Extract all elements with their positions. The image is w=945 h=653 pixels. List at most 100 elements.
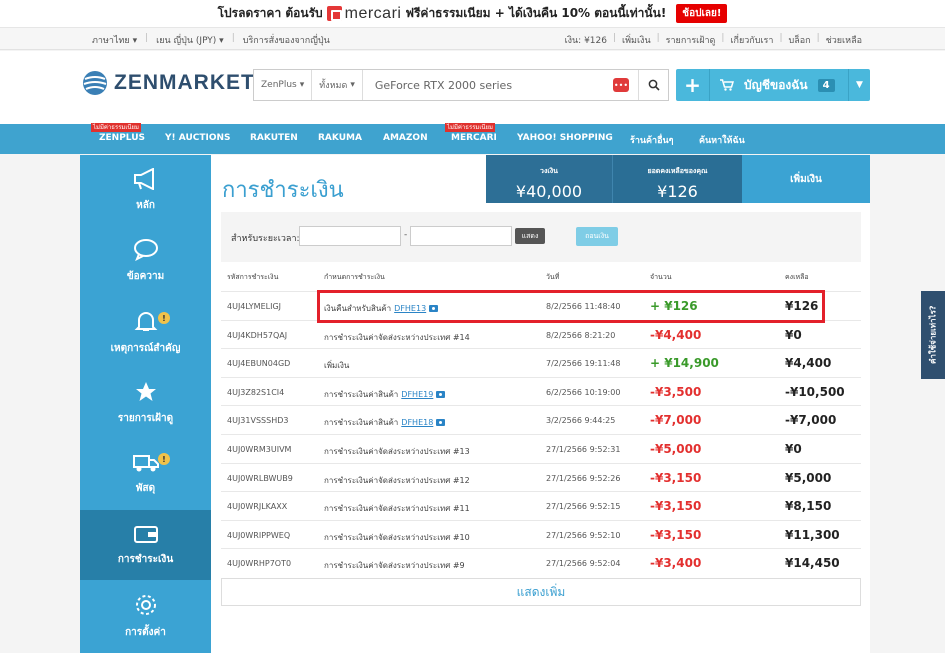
sidebar-item-parcels[interactable]: ! พัสดุ <box>80 439 211 509</box>
sidebar-item-label: หลัก <box>136 199 155 211</box>
end-date-input[interactable] <box>410 226 512 246</box>
payment-date: 27/1/2566 9:52:04 <box>546 559 621 569</box>
payment-description: เพิ่มเงิน <box>324 359 349 372</box>
cost-calculator-tab[interactable]: คำใช้จ่ายเท่าไร? <box>921 291 945 379</box>
running-balance: ¥4,400 <box>785 356 832 371</box>
star-icon <box>135 381 156 401</box>
nav-search-for-me[interactable]: ค้นหาให้ฉัน <box>699 133 745 147</box>
payment-date: 27/1/2566 9:52:31 <box>546 445 621 454</box>
payment-id: 4UJ31VSSSHD3 <box>227 416 289 426</box>
camera-icon[interactable] <box>436 419 446 427</box>
account-sidebar: หลัก ข้อความ ! เหตุการณ์สำคัญ รายการเฝ้า… <box>80 155 211 653</box>
keyboard-icon[interactable]: ••• <box>613 78 629 92</box>
sidebar-item-label: เหตุการณ์สำคัญ <box>110 342 181 354</box>
payment-amount: -¥3,150 <box>650 527 702 542</box>
balance-link[interactable]: เงิน: ¥126 <box>565 33 607 47</box>
logo-text: ZENMARKET <box>114 71 255 94</box>
zenmarket-logo[interactable]: ZENMARKET <box>82 70 255 96</box>
search-bar: ZenPlus▾ ทั้งหมด▾ ••• <box>253 69 669 101</box>
show-button[interactable]: แสดง <box>515 228 545 244</box>
start-date-input[interactable] <box>299 226 401 246</box>
nav-amazon[interactable]: AMAZON <box>383 133 428 143</box>
my-account-button[interactable]: บัญชีของฉัน 4 <box>710 76 848 95</box>
chevron-down-icon: ▾ <box>299 80 305 90</box>
chat-bubble-icon <box>133 238 158 261</box>
chevron-down-icon: ▾ <box>350 80 355 90</box>
payment-description: การชำระเงินค่าจัดส่งระหว่างประเทศ #11 <box>324 502 470 515</box>
description-text: เพิ่มเงิน <box>324 361 350 371</box>
sidebar-item-payments[interactable]: การชำระเงิน <box>80 510 211 580</box>
about-link[interactable]: เกี่ยวกับเรา <box>730 33 773 47</box>
nav-mercari[interactable]: ไม่มีค่าธรรมเนียม MERCARI <box>445 123 497 143</box>
language-select[interactable]: ภาษาไทย ▾ <box>92 33 137 47</box>
cart-icon <box>720 79 734 91</box>
sidebar-item-settings[interactable]: การตั้งค่า <box>80 581 211 651</box>
payment-date: 7/2/2566 19:11:48 <box>546 359 621 369</box>
sidebar-item-messages[interactable]: ข้อความ <box>80 226 211 296</box>
payment-description: การชำระเงินค่าสินค้า DFHE19 <box>324 388 446 401</box>
payment-amount: -¥3,150 <box>650 499 702 514</box>
running-balance: -¥7,000 <box>785 413 837 428</box>
table-row: 4UJ0WRIPPWEQ การชำระเงินค่าจัดส่งระหว่างป… <box>221 519 861 549</box>
page-title: การชำระเงิน <box>222 178 344 203</box>
description-text: การชำระเงินค่าสินค้า <box>324 418 399 428</box>
search-input[interactable] <box>362 71 613 99</box>
payment-amount: -¥5,000 <box>650 442 702 456</box>
top-utility-bar: ภาษาไทย ▾ | เยน ญี่ปุ่น (JPY) ▾ | บริการ… <box>0 28 945 50</box>
payment-date: 27/1/2566 9:52:26 <box>546 473 621 483</box>
col-header-amount: จำนวน <box>650 273 672 281</box>
sidebar-item-events[interactable]: ! เหตุการณ์สำคัญ <box>80 297 211 367</box>
payment-id: 4UJ3Z82S1CI4 <box>227 387 285 397</box>
service-link[interactable]: บริการสั่งของจากญี่ปุ่น <box>243 33 330 47</box>
search-icon <box>648 79 660 91</box>
nav-zenplus[interactable]: ไม่มีค่าธรรมเนียม ZENPLUS <box>91 123 145 143</box>
table-row: 4UJ0WRLBWUB9 การชำระเงินค่าจัดส่งระหว่างป… <box>221 462 861 492</box>
promo-banner[interactable]: โปรลดราคา ต้อนรับ mercari ฟรีค่าธรรมเนีย… <box>0 0 945 28</box>
withdraw-button[interactable]: ถอนเงิน <box>576 227 618 246</box>
credit-limit-box: วงเงิน ¥40,000 <box>486 155 612 203</box>
currency-select[interactable]: เยน ญี่ปุ่น (JPY) ▾ <box>156 33 224 47</box>
table-row: 4UJ0WRHP7OT0 การชำระเงินค่าจัดส่งระหว่างป… <box>221 548 861 577</box>
camera-icon[interactable] <box>436 390 446 398</box>
order-link[interactable]: DFHE18 <box>401 418 433 427</box>
account-dropdown-button[interactable]: ▼ <box>848 69 870 101</box>
add-item-button[interactable]: + <box>676 69 710 101</box>
nav-rakuten[interactable]: RAKUTEN <box>250 133 298 143</box>
table-row: 4UJ3Z82S1CI4 การชำระเงินค่าสินค้า DFHE19 6/… <box>221 376 861 406</box>
payment-id: 4UJ0WRLBWUB9 <box>227 473 293 483</box>
balance-value: ¥126 <box>657 182 698 201</box>
nav-yauctions[interactable]: Y! AUCTIONS <box>165 133 231 143</box>
store-select[interactable]: ZenPlus ▾ <box>254 70 313 100</box>
order-link[interactable]: DFHE19 <box>401 390 433 399</box>
payment-description: การชำระเงินค่าจัดส่งระหว่างประเทศ #14 <box>324 331 470 344</box>
no-fee-badge: ไม่มีค่าธรรมเนียม <box>445 123 495 132</box>
running-balance: ¥14,450 <box>785 556 840 571</box>
promo-suffix: ฟรีค่าธรรมเนียม + ได้เงินคืน 10% ตอนนี้เ… <box>405 6 667 20</box>
show-more-button[interactable]: แสดงเพิ่ม <box>221 578 861 606</box>
payment-id: 4UJ0WRM3UIVM <box>227 445 292 454</box>
nav-yahoo-shopping[interactable]: YAHOO! SHOPPING <box>517 133 613 143</box>
payment-date: 8/2/2566 8:21:20 <box>546 330 616 340</box>
nav-other-stores[interactable]: ร้านค้าอื่นๆ <box>630 133 674 147</box>
watchlist-link[interactable]: รายการเฝ้าดู <box>666 33 716 47</box>
help-link[interactable]: ช่วยเหลือ <box>826 33 862 47</box>
sidebar-item-watchlist[interactable]: รายการเฝ้าดู <box>80 368 211 438</box>
add-funds-link[interactable]: เพิ่มเงิน <box>622 33 651 47</box>
category-select-value: ทั้งหมด <box>319 81 348 91</box>
category-select[interactable]: ทั้งหมด ▾ <box>312 70 363 100</box>
add-funds-button[interactable]: เพิ่มเงิน <box>742 155 870 203</box>
table-row: 4UJ0WRM3UIVM การชำระเงินค่าจัดส่งระหว่างป… <box>221 434 861 463</box>
payment-description: การชำระเงินค่าจัดส่งระหว่างประเทศ #13 <box>324 445 470 458</box>
running-balance: -¥10,500 <box>785 384 845 399</box>
account-bar: + บัญชีของฉัน 4 ▼ <box>676 69 870 101</box>
promo-cta-button[interactable]: ช้อปเลย! <box>676 4 728 23</box>
table-row: 4UJ4KDH57QAJ การชำระเงินค่าจัดส่งระหว่างป… <box>221 319 861 349</box>
sidebar-item-label: รายการเฝ้าดู <box>117 412 174 424</box>
search-button[interactable] <box>638 70 668 100</box>
store-select-value: ZenPlus <box>261 80 297 90</box>
col-header-date: วันที่ <box>546 273 560 281</box>
blog-link[interactable]: บล็อก <box>788 33 810 47</box>
description-text: การชำระเงินค่าจัดส่งระหว่างประเทศ #10 <box>324 532 470 542</box>
sidebar-item-main[interactable]: หลัก <box>80 155 211 225</box>
nav-rakuma[interactable]: RAKUMA <box>318 133 362 143</box>
